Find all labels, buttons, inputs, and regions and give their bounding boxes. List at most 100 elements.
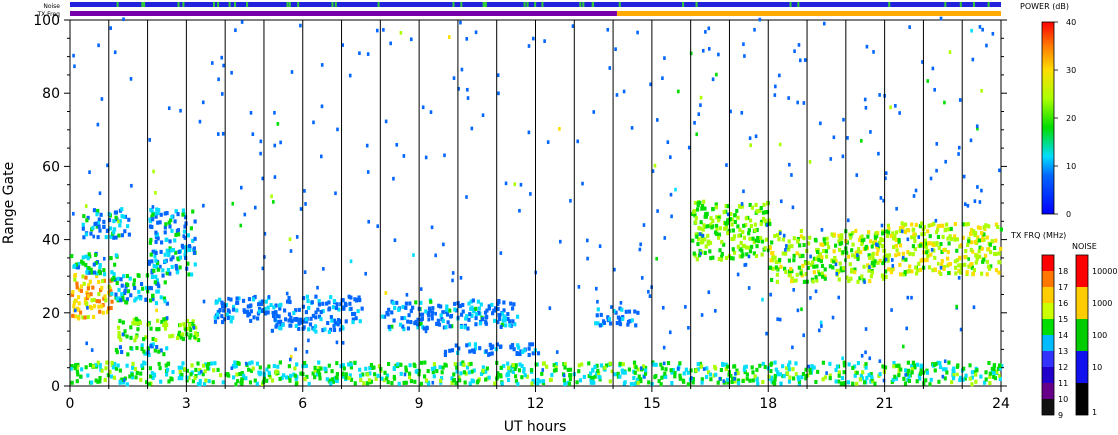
echo-cell [703,250,707,255]
echo-cell [332,298,336,304]
echo-cell [837,295,841,300]
echo-cell [231,375,236,380]
echo-cell [97,304,101,309]
echo-cell [389,41,392,46]
echo-cell [120,292,124,297]
echo-cell [854,228,858,233]
echo-cell [730,222,734,227]
echo-cell [97,43,100,48]
echo-cell [453,307,457,312]
echo-cell [958,98,962,102]
echo-cell [775,279,780,284]
echo-cell [176,336,180,341]
echo-cell [860,274,864,279]
echo-cell [451,278,454,283]
echo-cell [926,229,930,234]
echo-cell [868,279,872,284]
echo-cell [90,380,94,385]
echo-cell [251,297,256,302]
echo-cell [376,224,380,229]
echo-cell [221,380,225,385]
echo-cell [792,258,796,263]
echo-cell [711,218,715,223]
echo-cell [918,243,923,248]
echo-cell [709,256,713,261]
echo-cell [946,256,950,261]
echo-cell [821,242,825,247]
echo-cell [349,362,353,367]
echo-cell [316,285,319,290]
echo-cell [86,256,90,261]
echo-cell [647,289,650,294]
echo-cell [903,368,908,373]
echo-cell [201,100,205,105]
echo-cell [622,89,626,94]
x-tick-label: 21 [876,396,894,412]
echo-cell [366,52,370,56]
echo-cell [117,233,121,238]
echo-cell [889,270,894,275]
echo-cell [484,377,488,382]
echo-cell [970,28,973,33]
echo-cell [618,374,622,379]
noise-speck [618,2,621,7]
echo-cell [933,267,937,272]
echo-cell [695,257,699,262]
echo-cell [615,321,619,326]
echo-cell [723,226,727,231]
echo-cell [406,319,410,324]
echo-cell [229,319,233,324]
echo-cell [306,299,310,304]
echo-cell [870,270,874,275]
echo-cell [203,369,207,374]
echo-cell [841,154,845,159]
echo-cell [780,199,783,204]
echo-cell [681,378,685,383]
echo-cell [736,224,740,229]
echo-cell [359,378,363,383]
echo-cell [911,244,916,249]
echo-cell [699,220,703,225]
echo-cell [678,373,682,378]
echo-cell [864,365,868,370]
echo-cell [470,305,474,310]
echo-cell [821,274,825,279]
echo-cell [213,319,218,324]
echo-cell [903,381,908,386]
echo-cell [151,217,155,222]
echo-cell [740,254,744,259]
echo-cell [327,363,331,368]
echo-cell [360,306,364,311]
echo-cell [623,380,627,385]
echo-cell [773,360,777,365]
echo-cell [792,287,795,292]
echo-cell [908,264,912,269]
echo-cell [947,270,951,276]
echo-cell [578,378,583,383]
echo-cell [596,299,599,304]
echo-cell [498,313,502,318]
echo-cell [89,292,93,297]
echo-cell [914,222,918,227]
echo-cell [279,326,283,331]
echo-cell [925,258,929,263]
echo-cell [193,331,197,336]
echo-cell [980,88,983,93]
echo-cell [229,297,233,302]
echo-cell [653,163,657,168]
echo-cell [510,306,515,311]
echo-cell [581,181,584,186]
echo-cell [719,257,724,262]
echo-cell [97,269,101,274]
echo-cell [884,253,889,258]
echo-cell [733,364,737,369]
echo-cell [154,301,159,306]
echo-cell [741,230,745,235]
echo-cell [606,27,610,32]
echo-cell [742,189,745,194]
echo-cell [627,367,631,372]
echo-cell [592,110,596,114]
echo-cell [73,277,77,282]
echo-cell [566,367,570,372]
echo-cell [577,369,581,374]
